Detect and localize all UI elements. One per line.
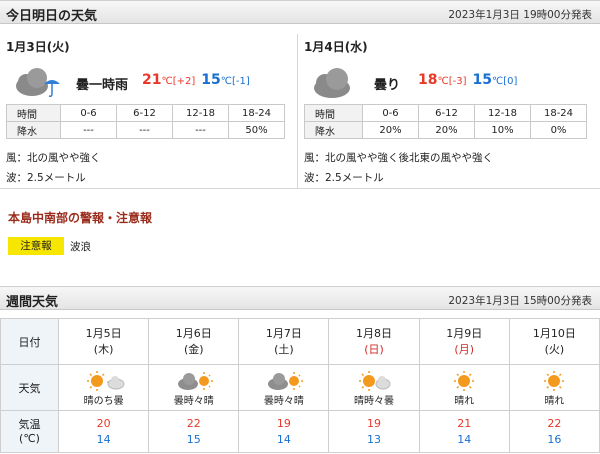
week-section-header: 週間天気 2023年1月3日 15時00分発表	[0, 286, 600, 310]
row-label-temp: 気温 (℃)	[0, 410, 59, 453]
week-date-cell: 1月8日 (日)	[328, 318, 420, 365]
week-section-title: 週間天気	[6, 295, 59, 310]
day-panel-tomorrow: 1月4日(水) 曇り 18℃[-3] 15℃[0] 時間 0-6 6-12 12-…	[298, 34, 600, 188]
weekly-forecast-table: 日付 1月5日 (木) 1月6日 (金) 1月7日 (土) 1月8日 (日) 1月9日(…	[0, 318, 600, 453]
week-temp-cell: 19 14	[238, 410, 330, 453]
cloud-rain-icon	[16, 68, 60, 97]
table-row: 時間 0-6 6-12 12-18 18-24	[304, 104, 587, 122]
rain-probability-table: 時間 0-6 6-12 12-18 18-24 降水 20% 20% 10% 0…	[304, 104, 587, 139]
week-weather-cell: 晴れ	[418, 364, 510, 411]
day-weather-text: 曇り	[374, 78, 401, 93]
table-row-temps: 気温 (℃) 20 14 22 15 19 14 19 13 21 14 22 16	[0, 410, 600, 453]
week-weather-cell: 曇時々晴	[148, 364, 240, 411]
today-issued-time: 2023年1月3日 19時00分発表	[448, 9, 592, 21]
day-weather-text: 曇一時雨	[76, 78, 129, 93]
week-date-cell: 1月7日 (土)	[238, 318, 330, 365]
cloud-sometimes-sun-icon	[177, 372, 213, 390]
week-temp-cell: 22 15	[148, 410, 240, 453]
high-temp: 21℃[+2]	[142, 72, 196, 88]
day-date: 1月3日(火)	[6, 40, 70, 54]
low-temp: 15℃[-1]	[201, 72, 250, 88]
table-row-dates: 日付 1月5日 (木) 1月6日 (金) 1月7日 (土) 1月8日 (日) 1月9日(…	[0, 318, 600, 365]
week-weather-cell: 晴れ	[508, 364, 600, 411]
week-temp-cell: 22 16	[508, 410, 600, 453]
sun-then-cloud-icon	[86, 371, 125, 391]
week-temp-cell: 21 14	[418, 410, 510, 453]
week-date-cell: 1月6日 (金)	[148, 318, 240, 365]
day-panel-today: 1月3日(火) 曇一時雨 21℃[+2] 15℃[-1] 時間 0-6 6-12 …	[0, 34, 297, 188]
low-temp: 15℃[0]	[472, 72, 518, 88]
week-issued-time: 2023年1月3日 15時00分発表	[448, 295, 592, 307]
wind-info: 風：北の風やや強く	[6, 152, 101, 164]
today-section-title: 今日明日の天気	[6, 9, 98, 24]
rain-probability-table: 時間 0-6 6-12 12-18 18-24 降水 --- --- --- 5…	[6, 104, 285, 139]
today-section-header: 今日明日の天気 2023年1月3日 19時00分発表	[0, 0, 600, 24]
sun-icon	[544, 371, 565, 391]
week-weather-cell: 晴時々曇	[328, 364, 420, 411]
table-row: 降水 --- --- --- 50%	[6, 121, 285, 139]
day-temps: 21℃[+2] 15℃[-1]	[142, 72, 250, 88]
cloud-icon	[314, 68, 350, 98]
week-temp-cell: 19 13	[328, 410, 420, 453]
table-row-weather: 天気 晴のち曇 曇時々晴 曇時々晴 晴時々曇 晴れ 晴れ	[0, 364, 600, 411]
day-temps: 18℃[-3] 15℃[0]	[418, 72, 517, 88]
cloud-sometimes-sun-icon	[267, 372, 303, 390]
week-date-cell: 1月5日 (木)	[57, 318, 150, 365]
wind-info: 風：北の風やや強く後北東の風やや強く	[304, 152, 493, 164]
table-row: 時間 0-6 6-12 12-18 18-24	[6, 104, 285, 122]
wave-info: 波：2.5メートル	[6, 172, 86, 184]
week-date-cell: 1月9日 (月)	[418, 318, 510, 365]
advisory-badge: 注意報	[8, 237, 64, 255]
sun-sometimes-cloud-icon	[359, 371, 391, 391]
table-row: 降水 20% 20% 10% 0%	[304, 121, 587, 139]
high-temp: 18℃[-3]	[418, 72, 467, 88]
week-weather-cell: 晴のち曇	[57, 364, 150, 411]
warning-area-link[interactable]: 本島中南部の警報・注意報	[8, 209, 152, 226]
row-label-weather: 天気	[0, 364, 59, 411]
advisory-text: 波浪	[70, 241, 91, 253]
day-date: 1月4日(水)	[304, 40, 368, 54]
week-temp-cell: 20 14	[57, 410, 150, 453]
section-divider	[0, 188, 600, 189]
week-weather-cell: 曇時々晴	[238, 364, 330, 411]
wave-info: 波：2.5メートル	[304, 172, 384, 184]
sun-icon	[454, 371, 475, 391]
week-date-cell: 1月10日 (火)	[508, 318, 600, 365]
row-label-date: 日付	[0, 318, 59, 365]
